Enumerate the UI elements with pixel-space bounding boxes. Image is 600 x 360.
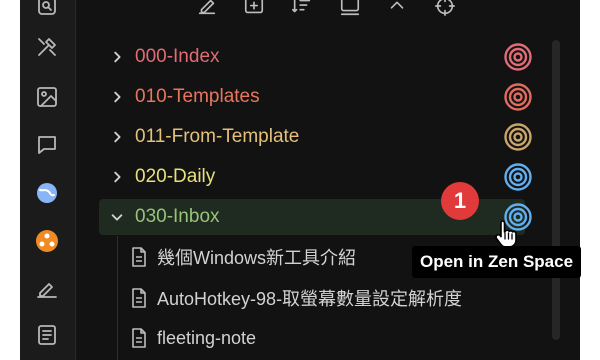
- chat-icon[interactable]: [33, 131, 61, 159]
- file-icon: [129, 327, 149, 349]
- file-icon: [129, 246, 149, 268]
- folder-label: 030-Inbox: [135, 206, 220, 227]
- tooltip: Open in Zen Space: [412, 246, 582, 278]
- sort-icon[interactable]: [290, 0, 314, 18]
- file-row[interactable]: fleeting-note: [129, 322, 256, 354]
- new-folder-icon[interactable]: [242, 0, 266, 18]
- folder-label: 000-Index: [135, 46, 220, 67]
- graph-icon[interactable]: [33, 227, 61, 255]
- chevron-right-icon[interactable]: [109, 49, 125, 65]
- target-icon[interactable]: [433, 0, 457, 18]
- chevron-right-icon[interactable]: [109, 169, 125, 185]
- folder-label: 020-Daily: [135, 166, 216, 187]
- image-icon[interactable]: [33, 83, 61, 111]
- chevron-right-icon[interactable]: [109, 129, 125, 145]
- tree-indent-guide: [117, 236, 118, 360]
- file-icon: [129, 287, 149, 309]
- new-note-icon[interactable]: [195, 0, 219, 18]
- scrollbar[interactable]: [552, 40, 560, 340]
- chevron-up-icon[interactable]: [385, 0, 409, 18]
- zen-space-icon[interactable]: [503, 162, 533, 192]
- globe-icon[interactable]: [33, 179, 61, 207]
- folder-row-templates[interactable]: 010-Templates: [99, 79, 525, 115]
- explorer-toolbar: [77, 0, 580, 20]
- chevron-right-icon[interactable]: [109, 89, 125, 105]
- file-row[interactable]: AutoHotkey-98-取螢幕數量設定解析度: [129, 282, 462, 314]
- app-window: 000-Index 010-Templates 011-From-Templat…: [20, 0, 580, 360]
- folder-label: 011-From-Template: [135, 126, 300, 147]
- tools-icon[interactable]: [33, 33, 61, 61]
- chevron-down-icon[interactable]: [109, 209, 125, 225]
- file-label: fleeting-note: [157, 327, 257, 348]
- zen-space-icon[interactable]: [503, 42, 533, 72]
- folder-row-from-template[interactable]: 011-From-Template: [99, 119, 525, 155]
- file-row[interactable]: 幾個Windows新工具介紹: [129, 241, 356, 273]
- zen-space-icon[interactable]: [503, 82, 533, 112]
- collapse-icon[interactable]: [338, 0, 362, 18]
- search-icon[interactable]: [33, 0, 61, 22]
- file-label: AutoHotkey-98-取螢幕數量設定解析度: [157, 289, 463, 309]
- left-ribbon: [20, 0, 76, 360]
- folder-label: 010-Templates: [135, 86, 260, 107]
- file-explorer: 000-Index 010-Templates 011-From-Templat…: [77, 0, 580, 360]
- signature-icon[interactable]: [33, 275, 61, 303]
- file-label: 幾個Windows新工具介紹: [157, 248, 357, 268]
- zen-space-icon[interactable]: [503, 122, 533, 152]
- step-badge: 1: [441, 182, 479, 220]
- folder-row-index[interactable]: 000-Index: [99, 39, 525, 75]
- book-icon[interactable]: [33, 321, 61, 349]
